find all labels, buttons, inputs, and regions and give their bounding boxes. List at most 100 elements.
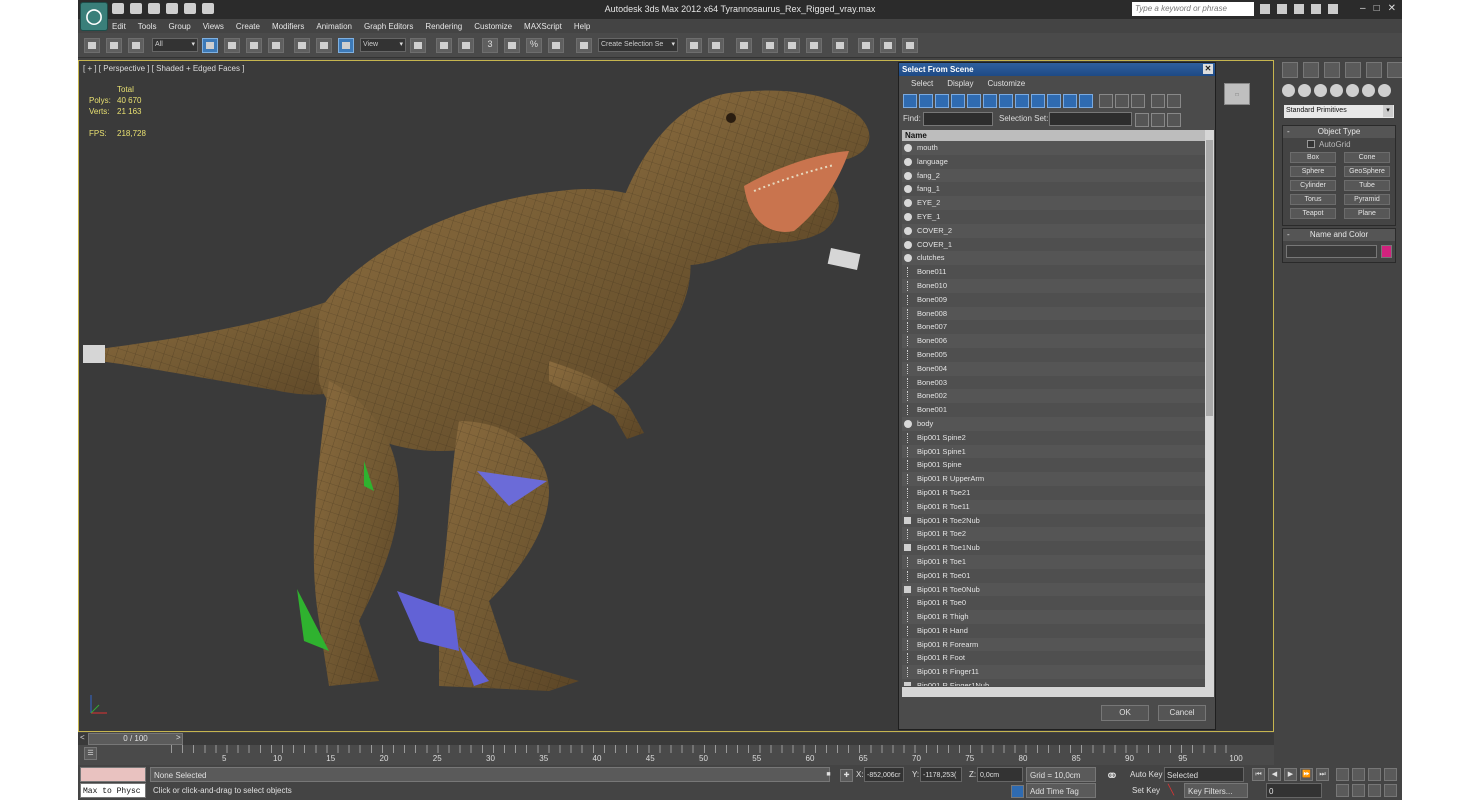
list-item[interactable]: Bip001 Spine2: [902, 430, 1205, 445]
keyboard-shortcut-icon[interactable]: [458, 38, 474, 53]
list-item[interactable]: language: [902, 154, 1205, 169]
list-item[interactable]: Bip001 R Toe21: [902, 485, 1205, 500]
modify-tab-icon[interactable]: [1303, 62, 1319, 78]
autogrid-checkbox[interactable]: [1307, 140, 1315, 148]
list-item[interactable]: Bip001 R Foot: [902, 651, 1205, 666]
list-item[interactable]: Bip001 R Toe0: [902, 596, 1205, 611]
menu-edit[interactable]: Edit: [112, 22, 126, 31]
select-all-icon[interactable]: [1099, 94, 1113, 108]
select-manipulate-icon[interactable]: [436, 38, 452, 53]
shapes-icon[interactable]: [1298, 84, 1311, 97]
play-icon[interactable]: ▶: [1284, 768, 1297, 781]
menu-maxscript[interactable]: MAXScript: [524, 22, 562, 31]
search-input[interactable]: Type a keyword or phrase: [1132, 2, 1254, 16]
filter-icon[interactable]: [1151, 94, 1165, 108]
orbit-icon[interactable]: [1368, 784, 1381, 797]
menu-help[interactable]: Help: [574, 22, 590, 31]
geometry-icon[interactable]: [1282, 84, 1295, 97]
display-hidden-icon[interactable]: [1079, 94, 1093, 108]
selection-lock-icon[interactable]: ■: [822, 769, 835, 782]
plane-button[interactable]: Plane: [1344, 208, 1390, 219]
filter-options-icon[interactable]: [1167, 94, 1181, 108]
curve-editor-icon[interactable]: [784, 38, 800, 53]
menu-customize[interactable]: Customize: [474, 22, 512, 31]
zoom-extents-icon[interactable]: [1368, 768, 1381, 781]
menu-graph-editors[interactable]: Graph Editors: [364, 22, 413, 31]
box-button[interactable]: Box: [1290, 152, 1336, 163]
menu-views[interactable]: Views: [203, 22, 224, 31]
edit-named-selection-icon[interactable]: [576, 38, 592, 53]
list-item[interactable]: Bip001 R Finger1Nub: [902, 679, 1205, 686]
viewcube-icon[interactable]: □: [1224, 83, 1250, 105]
trex-model[interactable]: [79, 61, 899, 731]
material-editor-icon[interactable]: [832, 38, 848, 53]
dialog-close-icon[interactable]: ✕: [1203, 64, 1213, 74]
list-item[interactable]: fang_2: [902, 168, 1205, 183]
find-input[interactable]: [923, 112, 993, 126]
list-item[interactable]: Bone001: [902, 403, 1205, 417]
link-icon[interactable]: [84, 38, 100, 53]
dialog-menu-customize[interactable]: Customize: [987, 79, 1025, 88]
list-item[interactable]: Bip001 R Toe2Nub: [902, 513, 1205, 528]
reference-coordinate-dropdown[interactable]: View: [360, 38, 406, 52]
angle-snap-icon[interactable]: [504, 38, 520, 53]
list-item[interactable]: Bip001 R Hand: [902, 623, 1205, 638]
object-name-input[interactable]: [1286, 245, 1378, 258]
list-item[interactable]: Bone010: [902, 278, 1205, 293]
named-selection-dropdown[interactable]: Create Selection Se: [598, 38, 678, 52]
scale-icon[interactable]: [338, 38, 354, 53]
layer-manager-icon[interactable]: [736, 38, 752, 53]
help-icon[interactable]: [1328, 4, 1338, 14]
list-item[interactable]: mouth: [902, 141, 1205, 155]
list-item[interactable]: Bip001 Spine: [902, 458, 1205, 473]
communication-center-icon[interactable]: [1294, 4, 1304, 14]
pan-view-icon[interactable]: [1352, 784, 1365, 797]
rendered-frame-icon[interactable]: [880, 38, 896, 53]
display-bones-icon[interactable]: [1031, 94, 1045, 108]
select-by-name-icon[interactable]: [224, 38, 240, 53]
z-coordinate-field[interactable]: 0,0cm: [977, 767, 1023, 782]
list-item[interactable]: Bone009: [902, 292, 1205, 307]
select-none-icon[interactable]: [1115, 94, 1129, 108]
list-item[interactable]: Bip001 R Toe1Nub: [902, 541, 1205, 555]
list-item[interactable]: Bone007: [902, 320, 1205, 335]
key-filter-icon[interactable]: ╲: [1168, 783, 1174, 798]
pyramid-button[interactable]: Pyramid: [1344, 194, 1390, 205]
list-item[interactable]: Bip001 R Toe01: [902, 568, 1205, 583]
list-item[interactable]: COVER_1: [902, 237, 1205, 252]
unlink-icon[interactable]: [106, 38, 122, 53]
mirror-icon[interactable]: [686, 38, 702, 53]
menu-create[interactable]: Create: [236, 22, 260, 31]
key-filters-button[interactable]: Key Filters...: [1184, 783, 1248, 798]
maxscript-mini-listener[interactable]: Max to Physc: [80, 783, 146, 798]
snap-toggle-icon[interactable]: 3: [482, 38, 498, 53]
current-frame-field[interactable]: 0: [1266, 783, 1322, 798]
maxscript-listener-output[interactable]: [80, 767, 146, 782]
torus-button[interactable]: Torus: [1290, 194, 1336, 205]
menu-group[interactable]: Group: [168, 22, 190, 31]
dialog-menu-select[interactable]: Select: [911, 79, 933, 88]
list-item[interactable]: Bone006: [902, 334, 1205, 348]
list-item[interactable]: Bip001 R Toe0Nub: [902, 582, 1205, 597]
list-item[interactable]: clutches: [902, 251, 1205, 266]
pivot-center-icon[interactable]: [410, 38, 426, 53]
spacewarps-icon[interactable]: [1362, 84, 1375, 97]
lights-icon[interactable]: [1314, 84, 1327, 97]
list-item[interactable]: Bip001 R Toe11: [902, 499, 1205, 514]
display-spacewarps-icon[interactable]: [983, 94, 997, 108]
next-frame-icon[interactable]: ⏩: [1300, 768, 1313, 781]
field-of-view-icon[interactable]: [1336, 784, 1349, 797]
display-lights-icon[interactable]: [935, 94, 949, 108]
menu-rendering[interactable]: Rendering: [425, 22, 462, 31]
motion-tab-icon[interactable]: [1345, 62, 1361, 78]
list-item[interactable]: Bone003: [902, 375, 1205, 390]
zoom-extents-all-icon[interactable]: [1384, 768, 1397, 781]
cancel-button[interactable]: Cancel: [1158, 705, 1206, 721]
display-xrefs-icon[interactable]: [1015, 94, 1029, 108]
go-to-start-icon[interactable]: ⏮: [1252, 768, 1265, 781]
dialog-menu-display[interactable]: Display: [947, 79, 973, 88]
list-item[interactable]: Bip001 R Forearm: [902, 637, 1205, 652]
teapot-button[interactable]: Teapot: [1290, 208, 1336, 219]
list-item[interactable]: Bone005: [902, 347, 1205, 362]
list-item[interactable]: Bip001 R Thigh: [902, 610, 1205, 624]
